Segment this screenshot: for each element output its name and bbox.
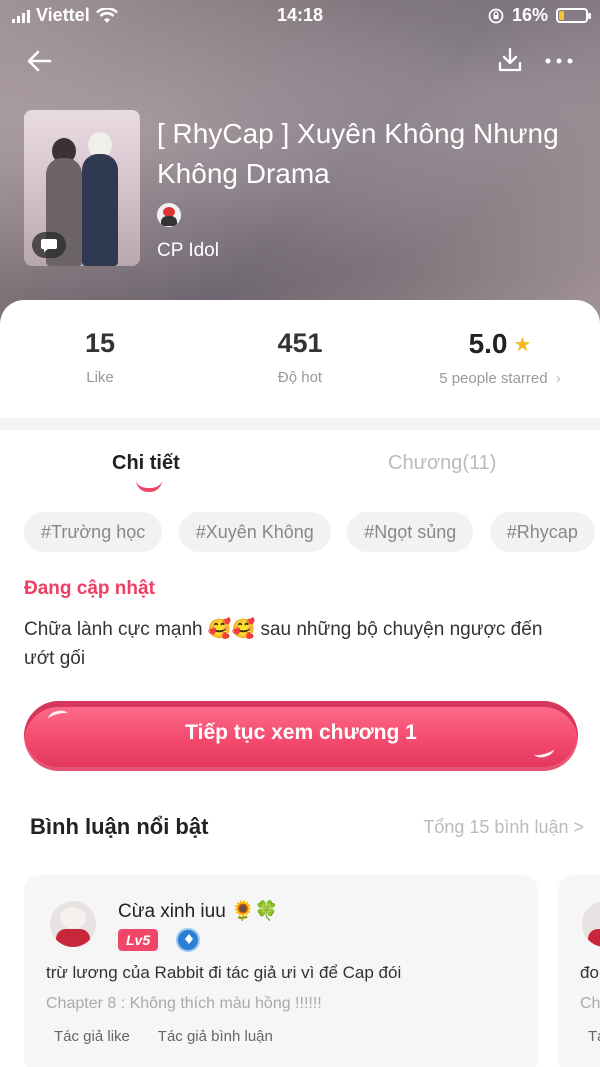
stat-likes: 15 Like (60, 328, 140, 386)
book-title: [ RhyCap ] Xuyên Không Nhưng Không Drama (157, 118, 559, 189)
download-button[interactable] (496, 46, 526, 76)
tab-chapters[interactable]: Chương(11) (388, 452, 496, 475)
likes-label: Like (86, 369, 114, 386)
comment-card[interactable]: Cừa xinh iuu 🌻🍀 Lv5 trừ lương của Rabbit… (24, 875, 538, 1067)
hot-count: 451 (277, 328, 323, 358)
comment-text: đo (580, 963, 599, 982)
tag-chip[interactable]: #Rhycap (489, 512, 595, 552)
likes-count: 15 (84, 328, 116, 358)
continue-reading-button[interactable]: Tiếp tục xem chương 1 (24, 701, 578, 771)
tag-chip[interactable]: #Ngọt sủng (347, 512, 474, 552)
all-comments-link[interactable]: Tổng 15 bình luận > (423, 817, 584, 838)
tag-chip[interactable]: #Trường học (24, 512, 163, 552)
tab-active-indicator (136, 480, 162, 492)
status-bar: Viettel 14:18 16% (0, 0, 600, 32)
hot-label: Độ hot (277, 369, 323, 386)
verified-badge-icon (176, 928, 200, 952)
author-liked-label: Tác giả like (54, 1028, 130, 1045)
update-status: Đang cập nhật (24, 578, 155, 599)
orientation-lock-icon (488, 8, 504, 23)
comment-chapter[interactable]: Chapter 8 : Không thích màu hồng !!!!!! (46, 995, 322, 1013)
download-icon (498, 47, 522, 72)
stats-card: 15 Like 451 Độ hot 5.0 ★ 5 people starre… (0, 300, 600, 418)
tab-bar: Chi tiết Chương(11) (0, 430, 600, 500)
arrow-left-icon (27, 50, 52, 72)
rating-label: 5 people starred (439, 370, 548, 387)
section-divider (0, 418, 600, 430)
tag-chip[interactable]: #Xuyên Không (178, 512, 331, 552)
author-replied-label: Tác giả bình luận (157, 1028, 273, 1045)
back-button[interactable] (22, 44, 58, 80)
chevron-right-icon: › (555, 370, 561, 387)
avatar[interactable] (582, 901, 600, 947)
author-avatar[interactable] (157, 203, 181, 227)
comment-meta: Tác giả like Tác giả bình luận (54, 1028, 297, 1045)
more-button[interactable] (542, 46, 578, 76)
comment-bubble-icon (32, 232, 66, 258)
level-badge: Lv5 (118, 929, 159, 951)
tab-detail[interactable]: Chi tiết (112, 452, 180, 475)
status-right: 16% (488, 5, 591, 26)
battery-icon (556, 8, 591, 23)
battery-percent: 16% (511, 5, 548, 25)
comments-title: Bình luận nổi bật (30, 814, 209, 839)
more-dots-icon (545, 58, 573, 64)
comment-chapter: Ch (580, 995, 600, 1012)
tag-list: #Trường học #Xuyên Không #Ngọt sủng #Rhy… (24, 512, 600, 552)
stat-rating[interactable]: 5.0 ★ 5 people starred › (420, 328, 580, 387)
commenter-name: Cừa xinh iuu 🌻🍀 (118, 901, 279, 922)
comment-card[interactable]: đo Ch Tá (558, 875, 600, 1067)
book-cover[interactable] (24, 110, 140, 266)
author-name[interactable]: CP Idol (157, 240, 219, 262)
comment-meta: Tá (588, 1028, 600, 1045)
book-header: Viettel 14:18 16% [ RhyCap ] Xuyên Không… (0, 0, 600, 330)
stat-hot: 451 Độ hot (250, 328, 350, 386)
avatar[interactable] (50, 901, 96, 947)
star-icon: ★ (513, 333, 532, 356)
book-description: Chữa lành cực mạnh 🥰🥰 sau những bộ chuyệ… (24, 619, 543, 669)
rating-value: 5.0 (468, 328, 508, 359)
comment-text: trừ lương của Rabbit đi tác giả ưi vì để… (46, 963, 402, 982)
